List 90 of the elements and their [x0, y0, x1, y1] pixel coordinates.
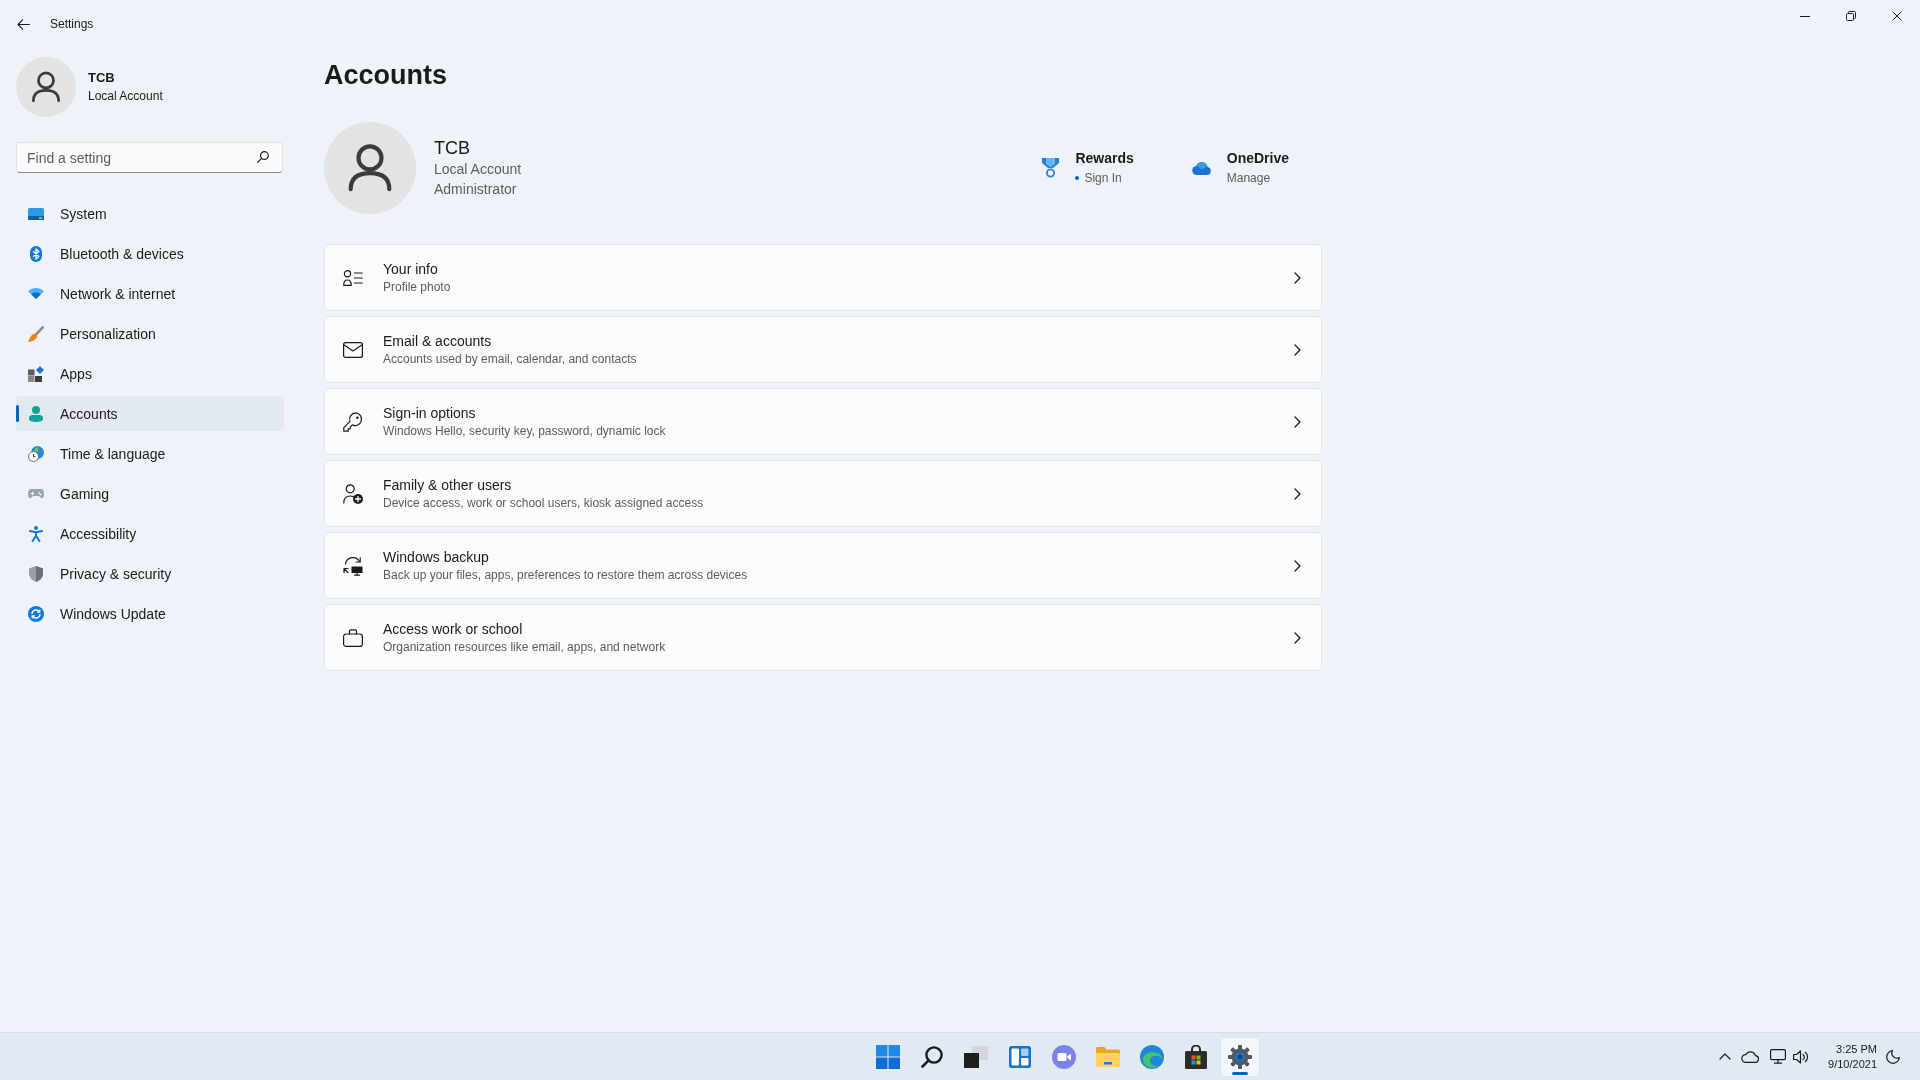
bluetooth-icon — [30, 245, 42, 262]
card-title: Email & accounts — [383, 331, 492, 350]
nav-item[interactable]: Time & language — [16, 436, 284, 471]
service-action-link[interactable]: Manage — [1226, 168, 1271, 188]
envelope-icon — [343, 341, 363, 358]
monitor-icon[interactable] — [1770, 1049, 1787, 1064]
settings-card[interactable]: Sign-in options Windows Hello, security key, password, dynamic lock — [324, 388, 1322, 455]
chevron-right-icon — [1294, 559, 1301, 572]
page-title: Accounts — [324, 59, 449, 92]
search-icon — [257, 151, 269, 163]
display-icon — [28, 207, 44, 220]
widgets-icon[interactable] — [1009, 1045, 1031, 1068]
nav-item[interactable]: System — [16, 196, 284, 231]
task-view-icon[interactable] — [964, 1045, 988, 1068]
chevron-right-icon — [1294, 271, 1301, 284]
accessibility-icon — [29, 525, 43, 542]
avatar-icon — [324, 122, 416, 214]
account-detail: Local Account — [434, 160, 522, 179]
gear-icon[interactable] — [1228, 1044, 1252, 1069]
service-name: Rewards — [1075, 149, 1134, 168]
wifi-icon — [28, 288, 44, 299]
settings-card[interactable]: Windows backup Back up your files, apps, preferences to restore them across devices — [324, 532, 1322, 599]
card-description: Windows Hello, security key, password, dynamic lock — [383, 422, 666, 440]
nav-item[interactable]: Network & internet — [16, 276, 284, 311]
video-chat-icon[interactable] — [1052, 1044, 1076, 1069]
search-field[interactable]: Find a setting — [16, 142, 283, 173]
avatar-icon — [16, 57, 76, 117]
chevron-right-icon — [1294, 487, 1301, 500]
card-title: Sign-in options — [383, 403, 476, 422]
status-dot-icon — [1075, 176, 1080, 180]
nav-item[interactable]: Privacy & security — [16, 556, 284, 591]
chevron-right-icon — [1294, 415, 1301, 428]
restore-icon — [1846, 11, 1856, 21]
key-icon — [343, 411, 363, 432]
nav-item[interactable]: Personalization — [16, 316, 284, 351]
gamepad-icon — [28, 488, 44, 499]
apps-icon — [28, 365, 44, 382]
back-arrow-icon — [16, 18, 30, 30]
window-title: Settings — [50, 16, 94, 33]
nav-item[interactable]: Accounts — [16, 396, 284, 431]
card-description: Device access, work or school users, kiosk assigned access — [383, 494, 704, 512]
close-icon — [1892, 11, 1902, 21]
settings-card[interactable]: Access work or school Organization resources like email, apps, and network — [324, 604, 1322, 671]
sync-icon — [28, 605, 44, 622]
nav-item[interactable]: Windows Update — [16, 596, 284, 631]
start-icon[interactable] — [876, 1044, 900, 1069]
profile-account-type: Local Account — [88, 88, 163, 105]
chevron-right-icon — [1294, 631, 1301, 644]
service-name: OneDrive — [1226, 149, 1289, 168]
speaker-icon[interactable] — [1793, 1049, 1810, 1064]
nav-item[interactable]: Gaming — [16, 476, 284, 511]
card-description: Organization resources like email, apps, and network — [383, 638, 666, 656]
globe-clock-icon — [28, 445, 44, 462]
card-title: Access work or school — [383, 619, 523, 638]
chevron-right-icon — [1294, 343, 1301, 356]
clock-time[interactable]: 3:25 PM — [1836, 1041, 1877, 1057]
minimize-icon — [1800, 15, 1810, 17]
folder-icon[interactable] — [1096, 1046, 1120, 1067]
nav-item[interactable]: Accessibility — [16, 516, 284, 551]
card-title: Windows backup — [383, 547, 489, 566]
person-icon — [29, 405, 43, 422]
person-add-icon — [343, 483, 363, 504]
card-description: Accounts used by email, calendar, and contacts — [383, 350, 637, 368]
settings-card[interactable]: Family & other users Device access, work or school users, kiosk assigned access — [324, 460, 1322, 527]
medal-icon[interactable] — [1042, 158, 1060, 178]
shopping-bag-icon[interactable] — [1185, 1044, 1207, 1069]
card-title: Family & other users — [383, 475, 512, 494]
card-description: Back up your files, apps, preferences to restore them across devices — [383, 566, 748, 584]
card-title: Your info — [383, 259, 438, 278]
account-detail: Administrator — [434, 180, 518, 199]
cloud-icon[interactable] — [1741, 1050, 1760, 1063]
moon-icon[interactable] — [1886, 1049, 1900, 1064]
account-name: TCB — [434, 137, 471, 159]
profile-name: TCB — [88, 69, 116, 87]
briefcase-icon — [343, 628, 363, 647]
brush-icon — [28, 325, 44, 342]
shield-icon — [29, 565, 43, 582]
search-icon[interactable] — [921, 1045, 943, 1068]
sync-monitor-icon — [343, 555, 363, 576]
settings-card[interactable]: Your info Profile photo — [324, 244, 1322, 311]
person-list-icon — [343, 269, 363, 286]
nav-item[interactable]: Bluetooth & devices — [16, 236, 284, 271]
chevron-up-icon[interactable] — [1719, 1053, 1732, 1060]
browser-icon[interactable] — [1140, 1044, 1164, 1069]
card-description: Profile photo — [383, 278, 451, 296]
service-action-link[interactable]: Sign In — [1075, 168, 1122, 188]
clock-date[interactable]: 9/10/2021 — [1828, 1056, 1877, 1072]
settings-card[interactable]: Email & accounts Accounts used by email, calendar, and contacts — [324, 316, 1322, 383]
taskbar-button[interactable] — [1220, 1036, 1260, 1077]
nav-item[interactable]: Apps — [16, 356, 284, 391]
